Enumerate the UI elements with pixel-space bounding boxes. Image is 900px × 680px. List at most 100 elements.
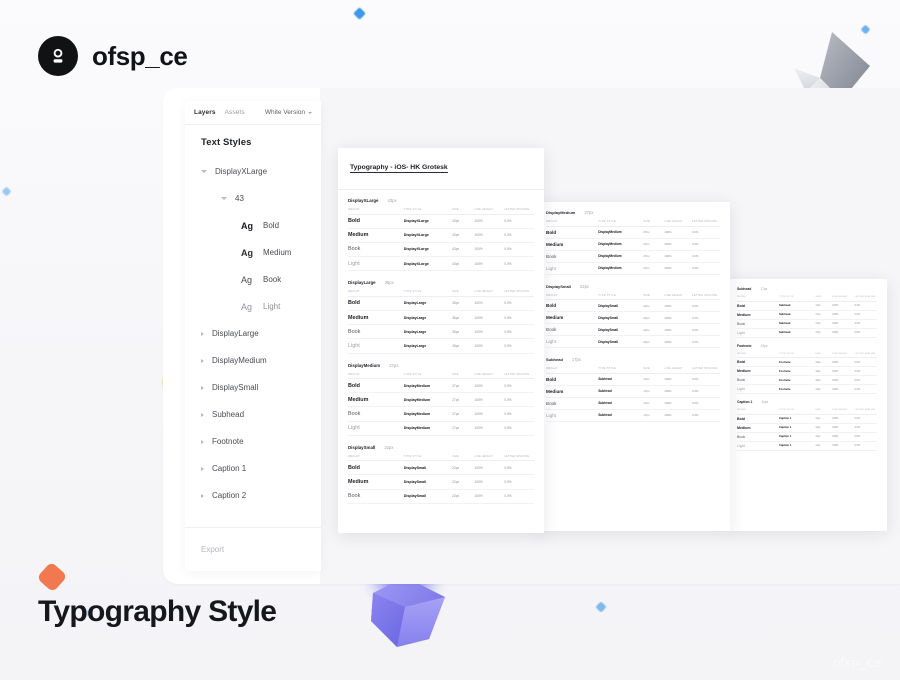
tree-item-bold[interactable]: Ag Bold (185, 212, 321, 239)
cell-size: 11px (815, 414, 833, 424)
table-row[interactable]: Light Footnote 13px 100% 0.0% (737, 384, 877, 394)
caret-right-icon (201, 331, 204, 336)
cell-line-height: 100% (664, 397, 693, 410)
cell-type-style: Subhead (779, 310, 816, 320)
table-row[interactable]: Medium Subhead 17px 100% 0.0% (737, 310, 877, 320)
table-row[interactable]: Light Subhead 17px 100% 0.0% (546, 409, 720, 422)
column-header: WEIGHT (546, 291, 599, 300)
table-row[interactable]: Bold DisplayMedium 27px 100% 0.0% (348, 378, 534, 394)
spec-section-header: Subhead 17px (546, 357, 720, 362)
tree-item-displayxlarge[interactable]: DisplayXLarge (185, 158, 321, 185)
table-row[interactable]: Bold Caption 1 11px 100% 0.0% (737, 414, 877, 424)
version-selector[interactable]: White Version (265, 109, 312, 116)
column-header: WEIGHT (546, 365, 599, 374)
cell-size: 35px (452, 324, 475, 340)
table-row[interactable]: Medium Footnote 13px 100% 0.0% (737, 366, 877, 376)
table-row[interactable]: Light DisplayXLarge 43px 100% 0.0% (348, 256, 534, 272)
table-row[interactable]: Medium Subhead 17px 100% 0.0% (546, 385, 720, 398)
table-row[interactable]: Bold DisplaySmall 22px 100% 0.0% (546, 299, 720, 312)
table-row[interactable]: Book Footnote 13px 100% 0.0% (737, 375, 877, 385)
table-row[interactable]: Medium DisplaySmall 22px 100% 0.0% (546, 311, 720, 324)
table-row[interactable]: Book Caption 1 11px 100% 0.0% (737, 432, 877, 442)
brand-name: ofsp_ce (92, 40, 188, 71)
tree-item-size-43[interactable]: 43 (185, 185, 321, 212)
tab-assets[interactable]: Assets (225, 109, 245, 116)
table-row[interactable]: Book Subhead 17px 100% 0.0% (546, 397, 720, 410)
tree-item-book[interactable]: Ag Book (185, 266, 321, 293)
table-row[interactable]: Bold Subhead 17px 100% 0.0% (737, 301, 877, 311)
cell-type-style: DisplayLarge (403, 324, 453, 340)
spec-table: WEIGHT TYPE STYLE SIZE LINE HEIGHT LETTER SP… (348, 288, 534, 354)
decorative-blue-diamond-left (1, 186, 12, 197)
cell-type-style: Footnote (779, 366, 816, 376)
table-row[interactable]: Bold DisplayXLarge 43px 100% 0.0% (348, 214, 534, 229)
spec-document-back[interactable]: Subhead 17px WEIGHT TYPE STYLE SIZE LINE HEIG… (727, 279, 887, 531)
column-header: LINE HEIGHT (664, 218, 693, 227)
table-row[interactable]: Medium DisplayXLarge 43px 100% 0.0% (348, 228, 534, 243)
column-header: WEIGHT (348, 206, 404, 215)
tab-layers[interactable]: Layers (194, 109, 216, 116)
cell-type-style: DisplayMedium (598, 262, 644, 275)
tree-item-label: Footnote (212, 437, 244, 446)
table-row[interactable]: Medium DisplayMedium 27px 100% 0.0% (546, 238, 720, 251)
column-header: LINE HEIGHT (664, 291, 693, 300)
caret-right-icon (201, 358, 204, 363)
tree-item-displaymedium[interactable]: DisplayMedium (185, 347, 321, 374)
table-row[interactable]: Light DisplaySmall 22px 100% 0.0% (546, 335, 720, 348)
column-header: TYPE STYLE (598, 291, 644, 300)
column-header: SIZE (643, 218, 665, 227)
table-row[interactable]: Medium DisplayMedium 27px 100% 0.0% (348, 392, 534, 408)
cell-type-style: DisplayLarge (403, 338, 453, 354)
table-row[interactable]: Book DisplaySmall 22px 100% 0.0% (546, 323, 720, 336)
table-row[interactable]: Book DisplayMedium 27px 100% 0.0% (348, 406, 534, 422)
cell-line-height: 100% (474, 310, 505, 326)
cell-type-style: DisplayXLarge (403, 242, 453, 258)
table-row[interactable]: Bold DisplayMedium 27px 100% 0.0% (546, 226, 720, 239)
tree-item-displaylarge[interactable]: DisplayLarge (185, 320, 321, 347)
table-row[interactable]: Book DisplaySmall 22px 100% 0.0% (348, 489, 534, 504)
table-row[interactable]: Bold DisplaySmall 22px 100% 0.0% (348, 460, 534, 476)
tree-item-caption-2[interactable]: Caption 2 (185, 482, 321, 509)
table-row[interactable]: Light DisplayLarge 35px 100% 0.0% (348, 338, 534, 354)
cell-letter-spacing: 0.0% (504, 421, 534, 436)
tree-item-displaysmall[interactable]: DisplaySmall (185, 374, 321, 401)
table-row[interactable]: Medium DisplayLarge 35px 100% 0.0% (348, 310, 534, 326)
cell-size: 17px (815, 319, 833, 329)
export-button[interactable]: Export (185, 527, 321, 571)
caret-down-icon (201, 170, 207, 173)
cell-line-height: 100% (832, 384, 855, 394)
column-header: LINE HEIGHT (832, 407, 855, 415)
table-row[interactable]: Bold DisplayLarge 35px 100% 0.0% (348, 296, 534, 311)
spec-document-front[interactable]: Typography - iOS- HK Grotesk DisplayXLar… (338, 148, 544, 533)
column-header: LETTER SPACING (504, 452, 534, 462)
table-row[interactable]: Light Caption 1 11px 100% 0.0% (737, 441, 877, 451)
tree-item-light[interactable]: Ag Light (185, 293, 321, 320)
tree-item-caption-1[interactable]: Caption 1 (185, 455, 321, 482)
cell-line-height: 100% (474, 378, 505, 394)
tree-item-footnote[interactable]: Footnote (185, 428, 321, 455)
table-row[interactable]: Light Subhead 17px 100% 0.0% (737, 328, 877, 338)
spec-document-middle[interactable]: DisplayMedium 27px WEIGHT TYPE STYLE SIZE LIN… (536, 202, 730, 531)
cell-weight: Medium (737, 310, 779, 320)
table-row[interactable]: Bold Subhead 17px 100% 0.0% (546, 373, 720, 386)
table-row[interactable]: Light DisplayMedium 27px 100% 0.0% (546, 262, 720, 275)
table-row[interactable]: Book DisplayXLarge 43px 100% 0.0% (348, 242, 534, 258)
cell-weight: Light (737, 441, 779, 451)
cell-type-style: DisplayXLarge (403, 214, 453, 229)
table-row[interactable]: Medium Caption 1 11px 100% 0.0% (737, 423, 877, 433)
cell-size: 43px (452, 228, 475, 243)
table-row[interactable]: Medium DisplaySmall 22px 100% 0.0% (348, 474, 534, 490)
column-header: SIZE (452, 288, 475, 297)
table-row[interactable]: Book DisplayMedium 27px 100% 0.0% (546, 250, 720, 263)
brand-logo[interactable]: ofsp_ce (38, 36, 188, 76)
cell-size: 22px (643, 323, 665, 336)
table-row[interactable]: Book DisplayLarge 35px 100% 0.0% (348, 324, 534, 340)
table-header-row: WEIGHT TYPE STYLE SIZE LINE HEIGHT LETTER SP… (737, 350, 877, 358)
cell-type-style: DisplayMedium (598, 250, 644, 263)
table-row[interactable]: Light DisplayMedium 27px 100% 0.0% (348, 421, 534, 436)
tree-item-medium[interactable]: Ag Medium (185, 239, 321, 266)
table-row[interactable]: Book Subhead 17px 100% 0.0% (737, 319, 877, 329)
cell-type-style: Subhead (598, 385, 644, 398)
tree-item-subhead[interactable]: Subhead (185, 401, 321, 428)
table-row[interactable]: Bold Footnote 13px 100% 0.0% (737, 357, 877, 367)
